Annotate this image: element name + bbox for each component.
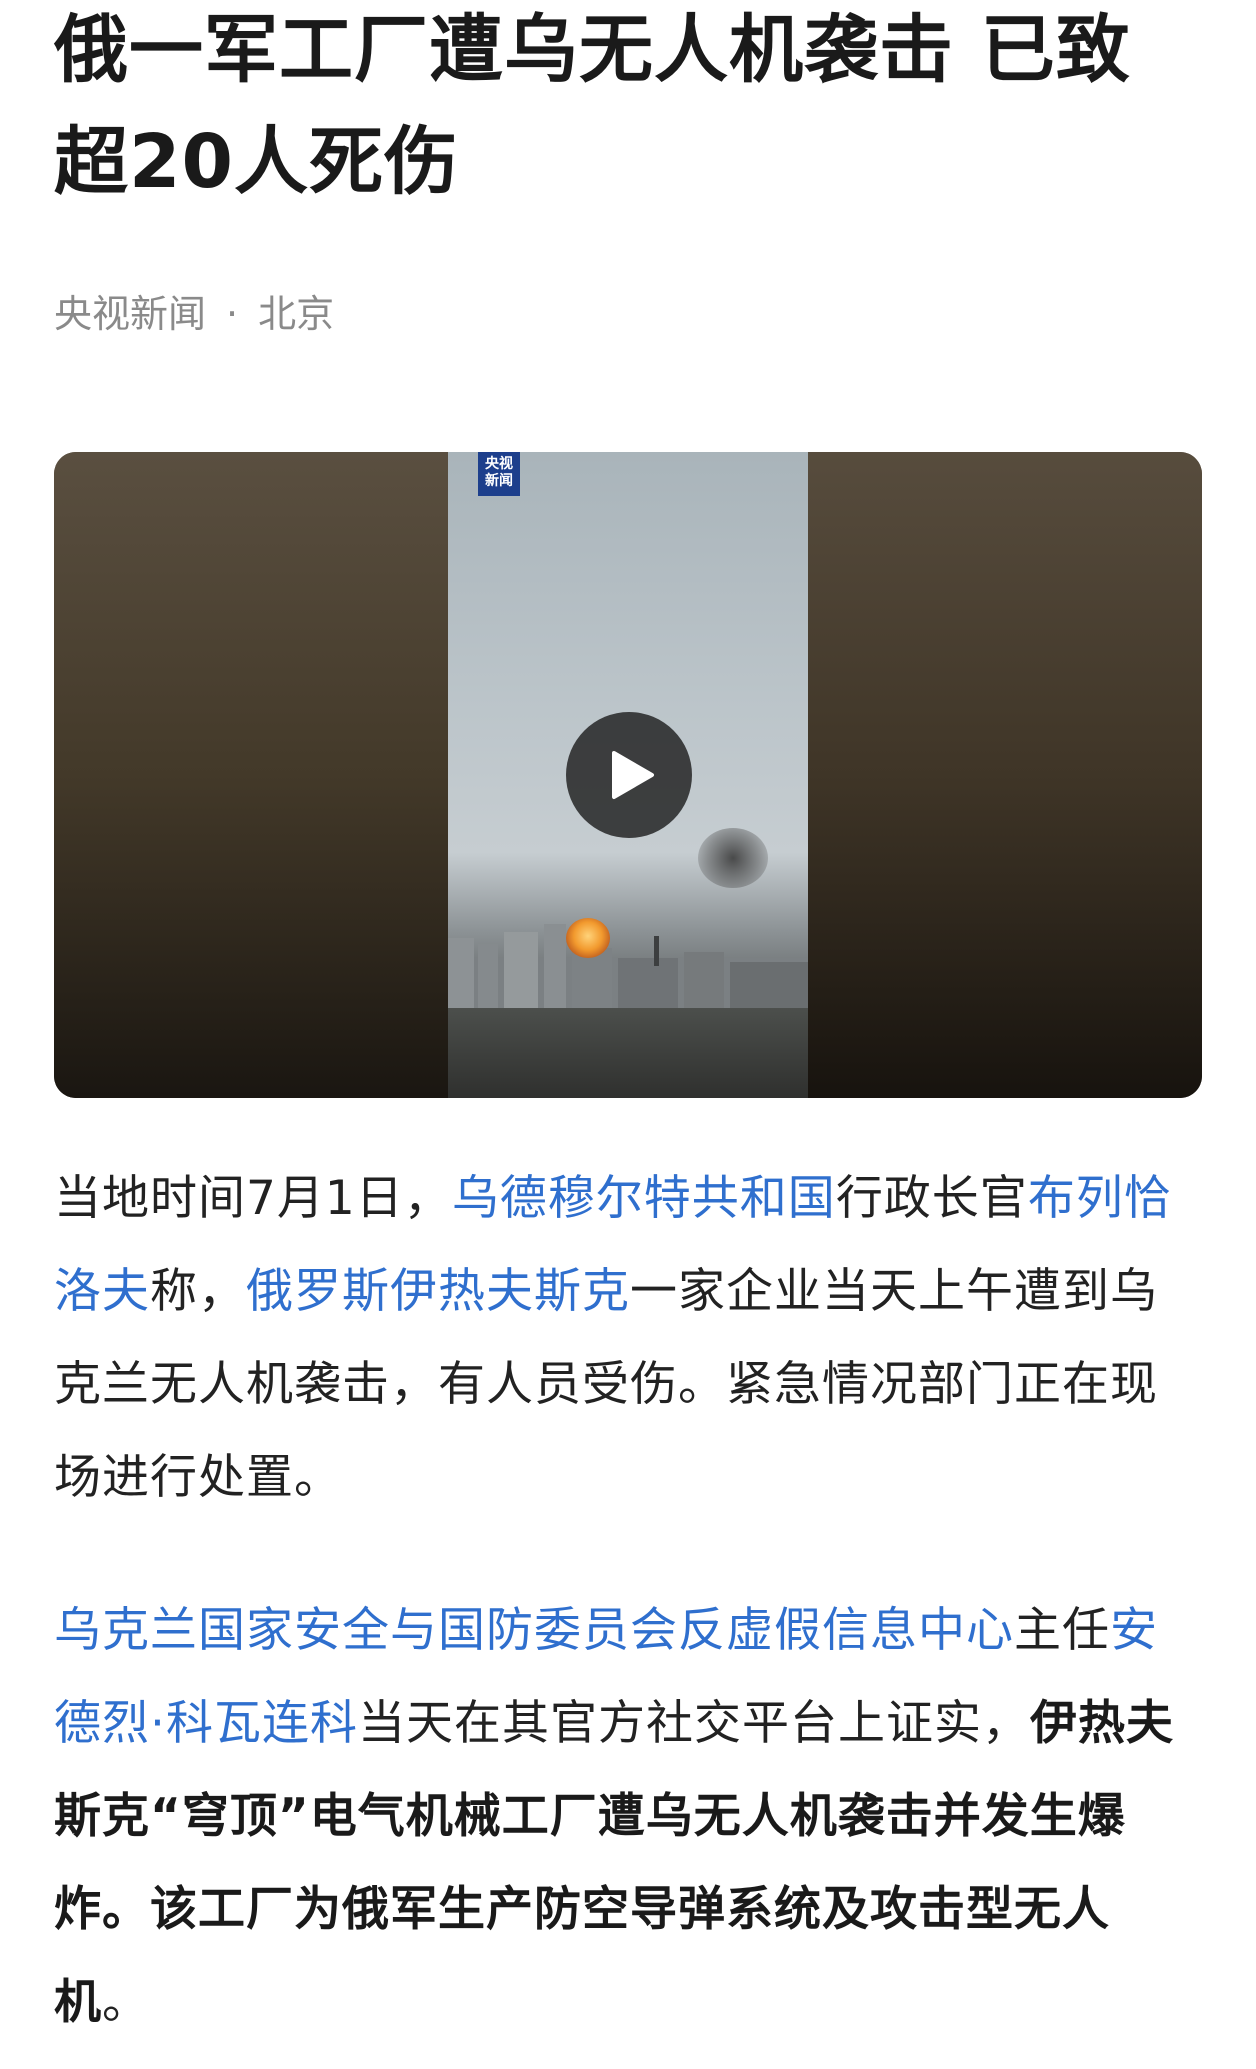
- text-segment: 主任: [1014, 1603, 1110, 1658]
- explosion-fireball: [566, 918, 610, 958]
- source-name[interactable]: 央视新闻: [54, 292, 206, 336]
- text-segment: 。: [102, 1975, 150, 2030]
- text-segment: 称，: [150, 1264, 246, 1319]
- play-button[interactable]: [566, 712, 692, 838]
- link-izhevsk[interactable]: 俄罗斯伊热夫斯克: [246, 1264, 630, 1319]
- text-segment: 当天在其官方社交平台上证实，: [357, 1696, 1030, 1751]
- text-segment: 当地时间7月1日，: [54, 1171, 452, 1226]
- article: 俄一军工厂遭乌无人机袭击 已致超20人死伤 央视新闻 · 北京 央视 新闻 当地…: [54, 0, 1202, 2030]
- video-blur-right: [808, 452, 1202, 1098]
- play-icon: [612, 751, 654, 799]
- link-udmurt-republic[interactable]: 乌德穆尔特共和国: [452, 1171, 836, 1226]
- video-blur-left: [54, 452, 448, 1098]
- meta-separator: ·: [226, 292, 239, 336]
- smoke-plume: [698, 828, 768, 888]
- article-title: 俄一军工厂遭乌无人机袭击 已致超20人死伤: [54, 7, 1131, 205]
- article-meta: 央视新闻 · 北京: [54, 290, 334, 338]
- text-segment: 行政长官: [835, 1171, 1028, 1226]
- location-label: 北京: [258, 292, 335, 336]
- paragraph-2: 乌克兰国家安全与国防委员会反虚假信息中心主任安德烈·科瓦连科当天在其官方社交平台…: [54, 1584, 1202, 2049]
- link-russian-army[interactable]: 俄军: [342, 1882, 438, 1937]
- foreground-buildings: [448, 1008, 808, 1098]
- cctv-news-logo: 央视 新闻: [478, 452, 520, 496]
- link-disinformation-center[interactable]: 乌克兰国家安全与国防委员会反虚假信息中心: [54, 1603, 1014, 1658]
- paragraph-1: 当地时间7月1日，乌德穆尔特共和国行政长官布列恰洛夫称，俄罗斯伊热夫斯克一家企业…: [54, 1152, 1202, 1524]
- video-player[interactable]: 央视 新闻: [54, 452, 1202, 1098]
